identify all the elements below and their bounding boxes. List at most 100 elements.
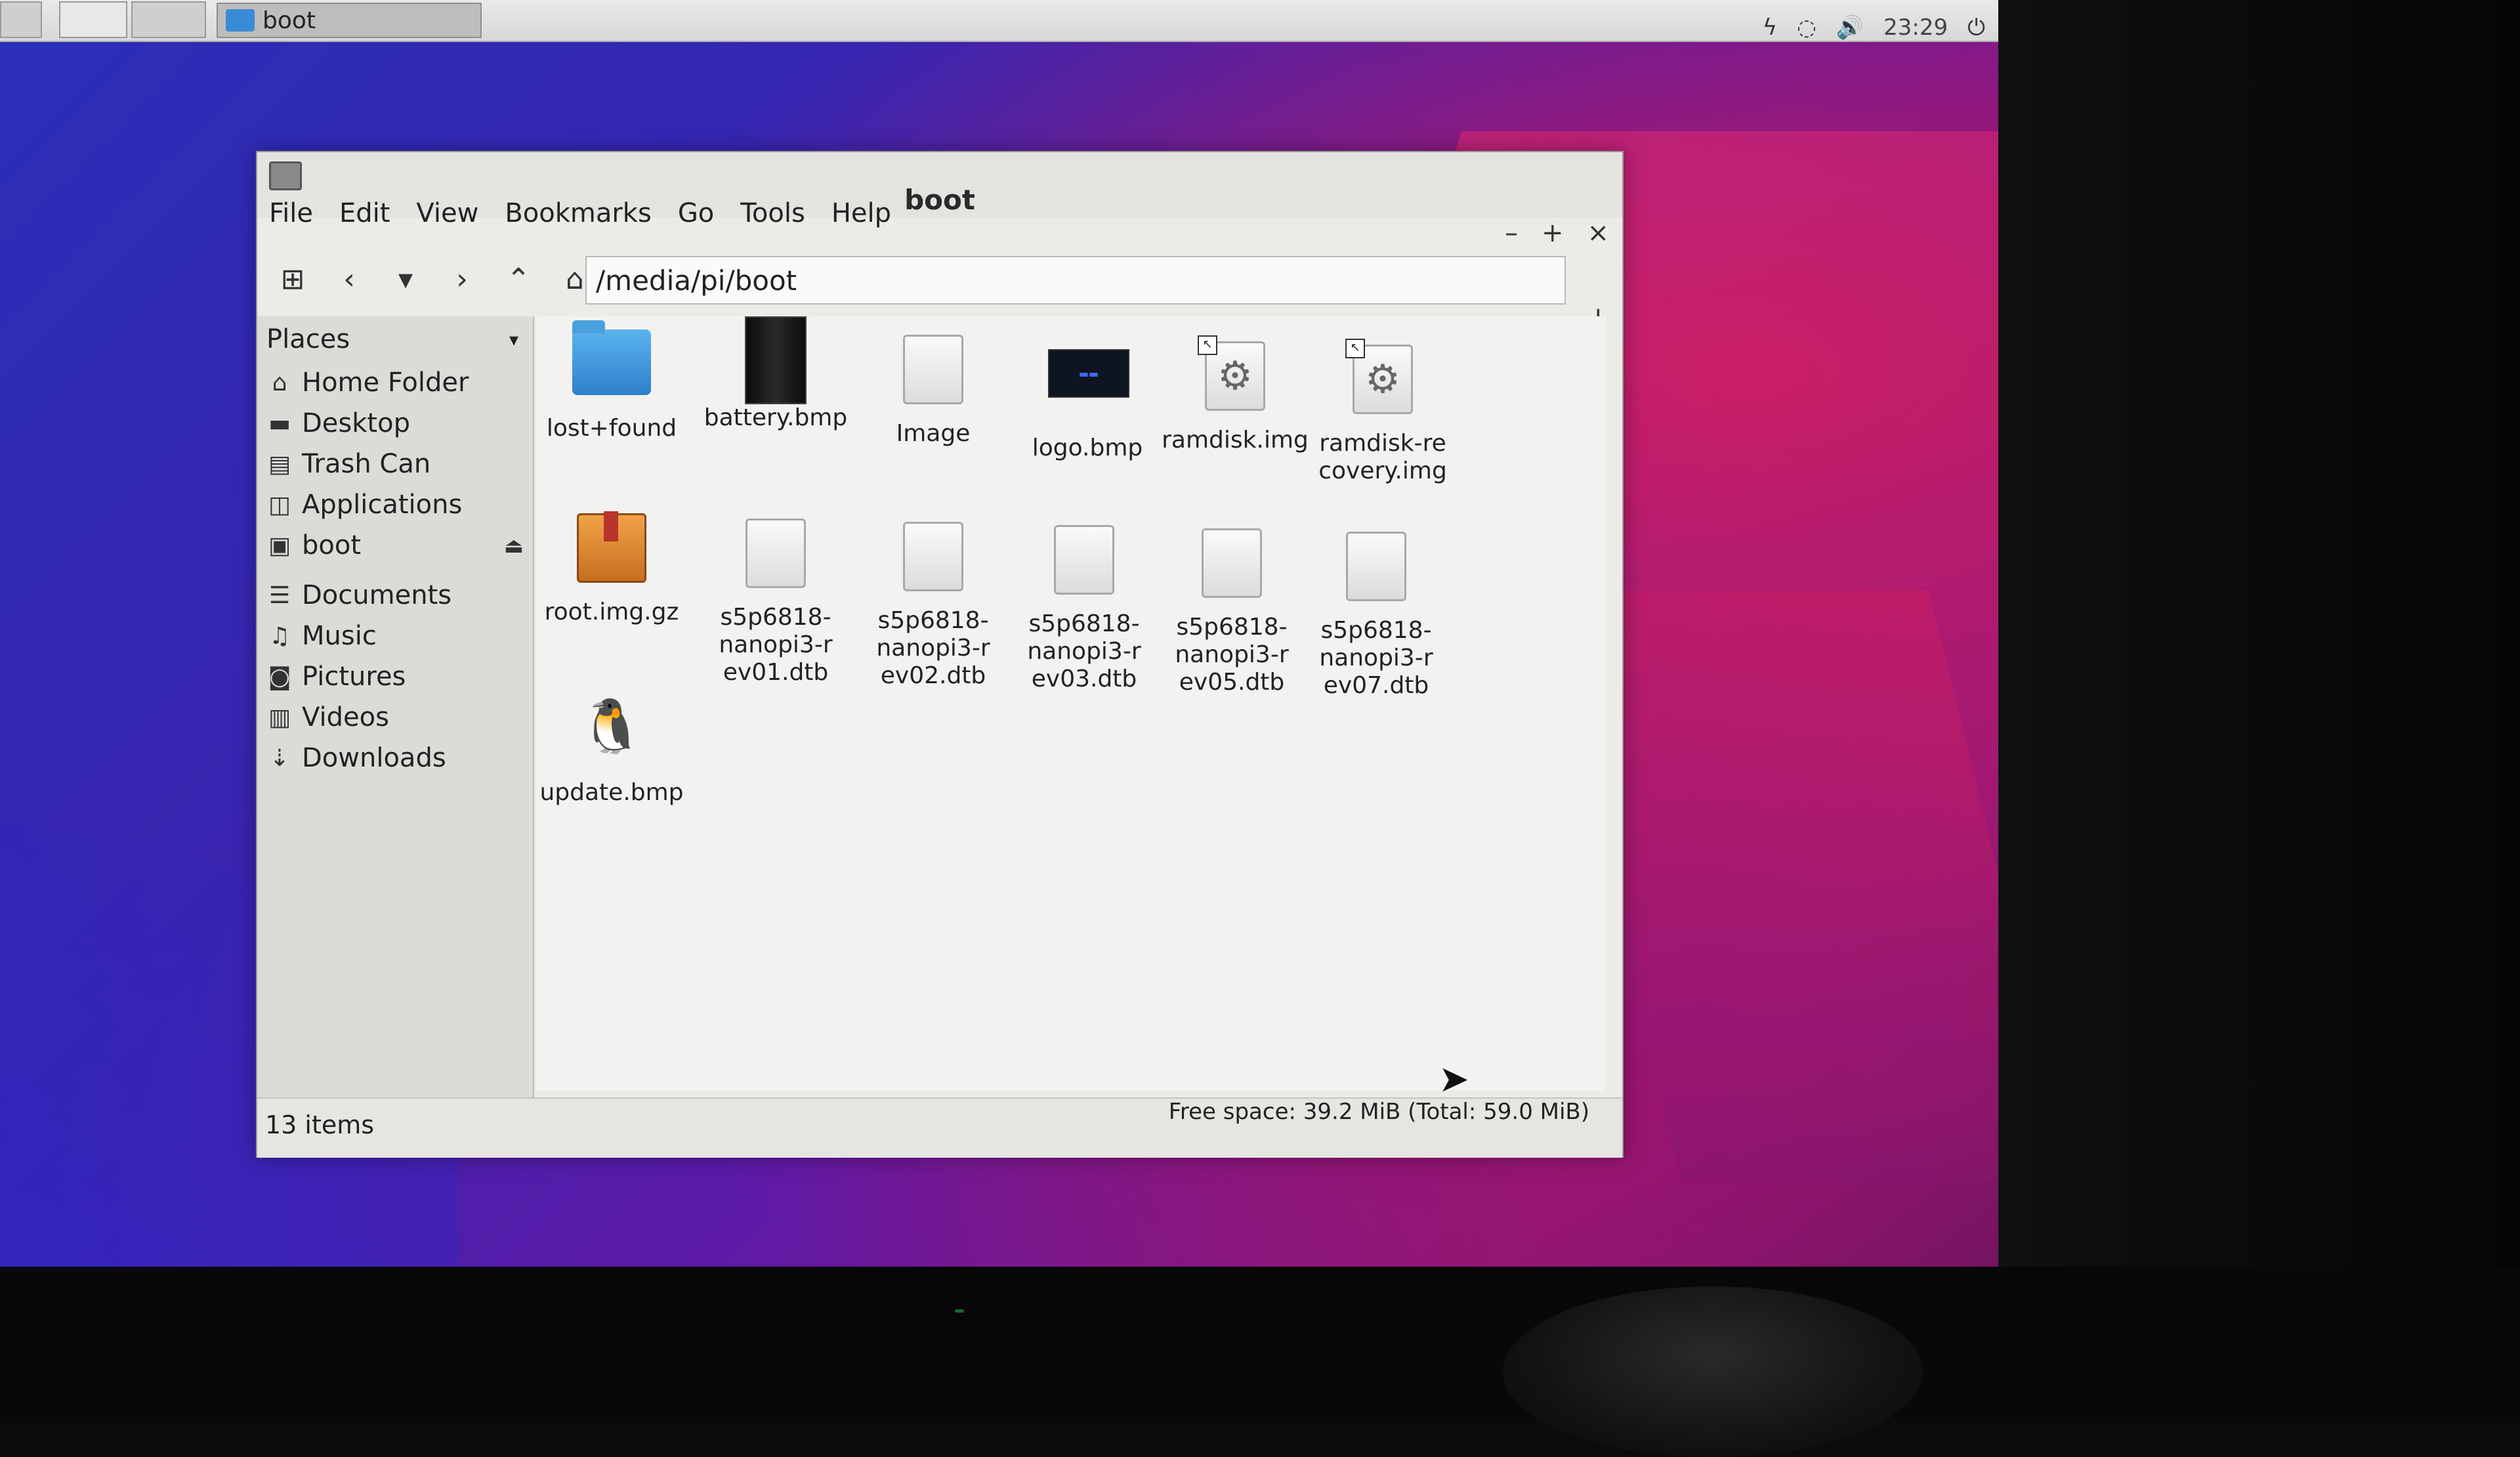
history-dropdown-icon[interactable]: ▾ xyxy=(385,263,427,296)
file-item[interactable]: s5p6818-nanopi3-rev03.dtb xyxy=(1002,520,1166,693)
menu-tools[interactable]: Tools xyxy=(740,198,805,228)
monitor-bezel xyxy=(0,1267,2520,1418)
menu-edit[interactable]: Edit xyxy=(339,198,390,228)
desktop-background: boot ϟ ◌ 🔊 23:29 ⏻ boot File Edit View B… xyxy=(0,0,1998,1267)
desktop-icon: ▬ xyxy=(268,410,291,437)
trash-icon: ▤ xyxy=(268,450,291,478)
file-item[interactable]: s5p6818-nanopi3-rev01.dtb xyxy=(694,513,858,686)
menu-bar: File Edit View Bookmarks Go Tools Help xyxy=(269,198,891,228)
file-item[interactable]: ⚙ ↖ ramdisk-recovery.img xyxy=(1301,339,1465,485)
applications-icon: ◫ xyxy=(268,491,291,518)
menu-button[interactable] xyxy=(0,1,42,38)
file-name: lost+found xyxy=(546,415,677,442)
file-icon-view[interactable]: lost+found battery.bmp Image ▬▬ logo.bmp… xyxy=(536,316,1606,1101)
sidebar-item-label: Pictures xyxy=(302,662,406,692)
drive-icon: ▣ xyxy=(268,532,291,559)
generic-file-icon xyxy=(1202,528,1262,598)
sidebar-item-trash[interactable]: ▤ Trash Can xyxy=(257,444,533,484)
free-space: Free space: 39.2 MiB (Total: 59.0 MiB) xyxy=(1168,1099,1589,1125)
menu-go[interactable]: Go xyxy=(678,198,714,228)
generic-file-icon xyxy=(1346,532,1406,601)
file-name: root.img.gz xyxy=(544,599,679,625)
location-bar[interactable] xyxy=(585,256,1566,305)
sidebar-item-desktop[interactable]: ▬ Desktop xyxy=(257,403,533,444)
file-manager-launcher[interactable] xyxy=(59,1,127,38)
new-tab-icon[interactable]: ⊞ xyxy=(272,263,314,296)
file-item[interactable]: battery.bmp xyxy=(694,316,858,432)
sidebar-item-pictures[interactable]: ◙ Pictures xyxy=(257,656,533,697)
file-item[interactable]: lost+found xyxy=(530,320,694,442)
videos-icon: ▥ xyxy=(268,704,291,731)
menu-help[interactable]: Help xyxy=(831,198,891,228)
pictures-icon: ◙ xyxy=(268,663,291,690)
sidebar-item-label: Videos xyxy=(302,702,389,732)
file-item[interactable]: ⚙ ↖ ramdisk.img xyxy=(1153,335,1317,454)
network-icon[interactable]: ◌ xyxy=(1797,14,1816,41)
status-bar: 13 items Free space: 39.2 MiB (Total: 59… xyxy=(257,1097,1622,1158)
taskbar-task-boot[interactable]: boot xyxy=(217,3,482,38)
sidebar-item-label: Trash Can xyxy=(302,449,431,479)
sidebar-item-music[interactable]: ♫ Music xyxy=(257,616,533,656)
folder-icon xyxy=(226,9,255,32)
eject-icon[interactable]: ⏏ xyxy=(504,533,524,558)
image-icon: ▬▬ xyxy=(1048,349,1129,398)
path-input[interactable] xyxy=(587,263,1564,297)
image-icon xyxy=(745,316,807,404)
file-item[interactable]: root.img.gz xyxy=(530,507,694,626)
maximize-button[interactable]: + xyxy=(1542,218,1564,248)
file-name: update.bmp xyxy=(539,779,684,806)
file-item[interactable]: ▬▬ logo.bmp xyxy=(1005,329,1169,462)
sidebar-item-label: Applications xyxy=(302,490,463,520)
taskbar-task-label: boot xyxy=(262,7,316,34)
menu-file[interactable]: File xyxy=(269,198,313,228)
bluetooth-icon[interactable]: ϟ xyxy=(1763,14,1777,41)
file-name: Image xyxy=(896,420,971,447)
file-name: ramdisk.img xyxy=(1162,427,1309,454)
file-item[interactable]: s5p6818-nanopi3-rev05.dtb xyxy=(1150,523,1314,696)
music-icon: ♫ xyxy=(268,622,291,650)
link-badge-icon: ↖ xyxy=(1198,335,1217,355)
file-name: s5p6818-nanopi3-rev07.dtb xyxy=(1319,617,1433,699)
sidebar-item-documents[interactable]: ☰ Documents xyxy=(257,575,533,616)
sidebar-item-downloads[interactable]: ⇣ Downloads xyxy=(257,738,533,778)
documents-icon: ☰ xyxy=(268,581,291,609)
generic-file-icon xyxy=(746,518,806,588)
up-icon[interactable]: ⌃ xyxy=(497,263,539,296)
places-header[interactable]: Places ▾ xyxy=(257,316,533,362)
window-controls: – + × xyxy=(1505,218,1609,248)
sidebar-item-label: boot xyxy=(302,530,362,560)
sidebar-item-label: Documents xyxy=(302,580,452,610)
taskbar: boot ϟ ◌ 🔊 23:29 ⏻ xyxy=(0,0,1998,42)
sidebar-item-label: Music xyxy=(302,621,377,651)
chevron-down-icon[interactable]: ▾ xyxy=(509,329,518,350)
file-item[interactable]: 🐧 update.bmp xyxy=(530,687,694,807)
minimize-button[interactable]: – xyxy=(1505,218,1518,248)
home-icon: ⌂ xyxy=(272,369,287,396)
file-name: s5p6818-nanopi3-rev05.dtb xyxy=(1175,614,1289,696)
clock[interactable]: 23:29 xyxy=(1883,14,1948,41)
generic-file-icon xyxy=(1054,525,1114,595)
power-icon[interactable]: ⏻ xyxy=(1967,14,1985,41)
file-item[interactable]: s5p6818-nanopi3-rev07.dtb xyxy=(1294,526,1458,700)
close-button[interactable]: × xyxy=(1587,218,1609,248)
file-item[interactable]: Image xyxy=(851,329,1015,448)
disk-image-icon: ⚙ ↖ xyxy=(1198,335,1265,411)
file-name: s5p6818-nanopi3-rev03.dtb xyxy=(1027,610,1141,692)
folder-icon xyxy=(572,320,651,395)
terminal-launcher[interactable] xyxy=(131,1,206,38)
sidebar-item-home[interactable]: ⌂ Home Folder xyxy=(257,362,533,403)
volume-icon[interactable]: 🔊 xyxy=(1836,14,1864,41)
file-item[interactable]: s5p6818-nanopi3-rev02.dtb xyxy=(851,517,1015,690)
menu-view[interactable]: View xyxy=(416,198,478,228)
item-count: 13 items xyxy=(265,1110,375,1139)
forward-icon[interactable]: › xyxy=(441,263,483,296)
back-icon[interactable]: ‹ xyxy=(328,263,370,296)
sidebar-item-boot[interactable]: ▣ boot ⏏ xyxy=(257,525,533,566)
file-name: logo.bmp xyxy=(1032,434,1143,461)
file-name: battery.bmp xyxy=(704,404,848,431)
file-name: ramdisk-recovery.img xyxy=(1318,430,1447,484)
sidebar-item-videos[interactable]: ▥ Videos xyxy=(257,697,533,738)
sidebar-separator xyxy=(257,566,533,575)
menu-bookmarks[interactable]: Bookmarks xyxy=(505,198,651,228)
sidebar-item-applications[interactable]: ◫ Applications xyxy=(257,484,533,525)
